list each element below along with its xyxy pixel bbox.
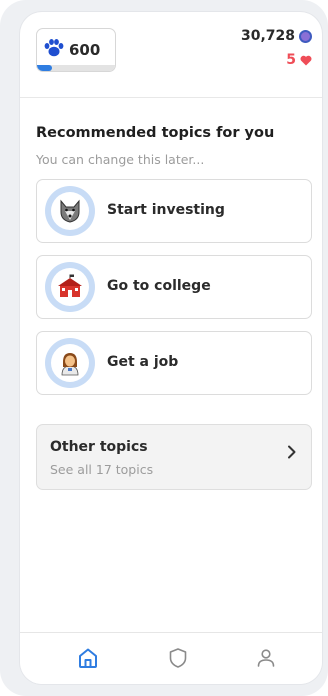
top-bar: 600 30,728 5: [20, 12, 322, 98]
home-icon[interactable]: [76, 646, 100, 670]
heart-icon: [300, 55, 312, 65]
page-subtitle: You can change this later...: [36, 152, 205, 167]
coin-icon: [299, 29, 312, 43]
coins-counter[interactable]: 30,728: [241, 28, 312, 44]
other-topics-title: Other topics: [50, 439, 148, 455]
topic-label: Start investing: [107, 202, 225, 218]
other-topics-subtitle: See all 17 topics: [50, 462, 154, 477]
topic-icon-ring: [45, 262, 95, 312]
points-value: 600: [69, 41, 101, 59]
topic-icon-ring: [45, 338, 95, 388]
worker-icon: [51, 344, 89, 382]
page-title: Recommended topics for you: [36, 125, 275, 141]
app-screen: 600 30,728 5 Recommended topics for you …: [20, 12, 322, 684]
coins-value: 30,728: [240, 28, 295, 44]
points-badge[interactable]: 600: [36, 28, 116, 72]
topic-card-start-investing[interactable]: Start investing: [36, 179, 312, 243]
topic-label: Get a job: [107, 354, 179, 370]
chevron-right-icon: [288, 445, 296, 459]
school-icon: [51, 268, 89, 306]
topic-icon-ring: [45, 186, 95, 236]
wolf-icon: [51, 192, 89, 230]
profile-icon[interactable]: [254, 646, 278, 670]
topic-card-get-a-job[interactable]: Get a job: [36, 331, 312, 395]
topic-card-go-to-college[interactable]: Go to college: [36, 255, 312, 319]
points-progress-bar: [37, 65, 115, 71]
other-topics-card[interactable]: Other topics See all 17 topics: [36, 424, 312, 490]
shield-icon[interactable]: [166, 646, 190, 670]
points-progress-fill: [37, 65, 52, 71]
lives-value: 5: [286, 52, 296, 68]
topic-label: Go to college: [107, 278, 211, 294]
lives-counter[interactable]: 5: [286, 52, 312, 68]
device-frame: 600 30,728 5 Recommended topics for you …: [0, 0, 328, 696]
paw-icon: [44, 39, 64, 57]
bottom-tab-bar: [20, 632, 322, 684]
